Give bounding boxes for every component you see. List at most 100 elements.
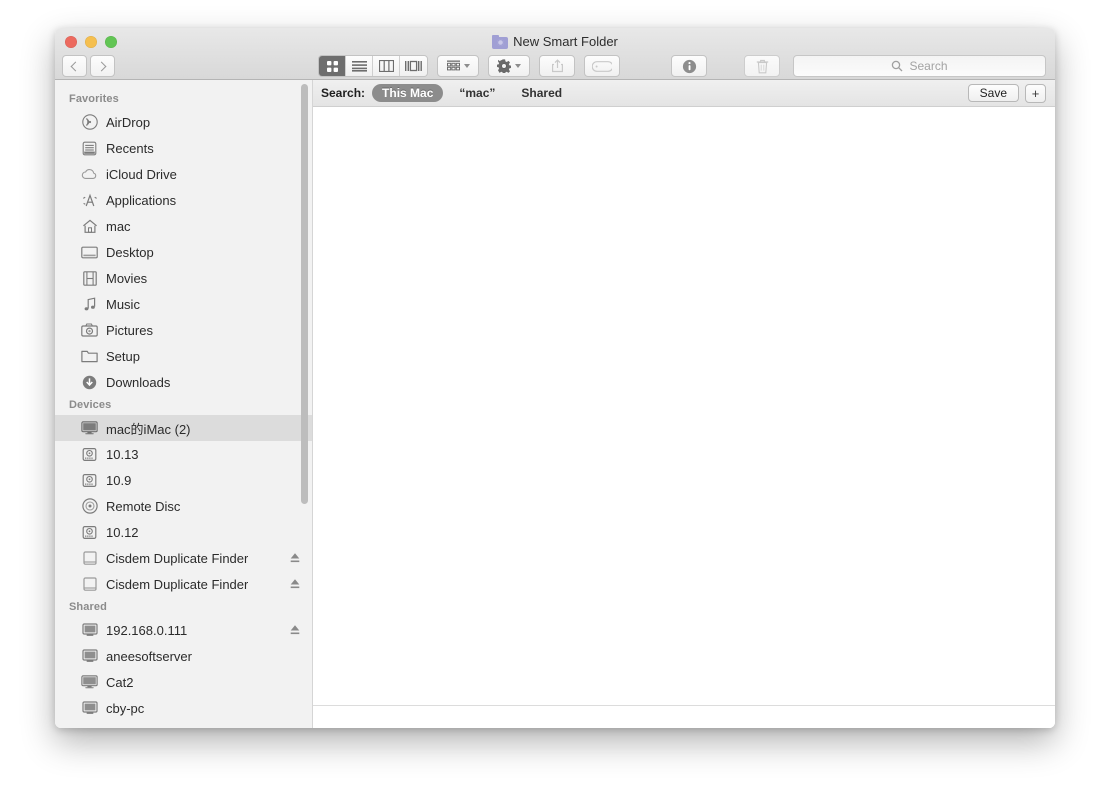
delete-button[interactable] [744, 55, 780, 77]
sidebar-item-airdrop[interactable]: AirDrop [55, 109, 312, 135]
save-button[interactable]: Save [967, 84, 1019, 102]
server-icon [81, 648, 98, 665]
sidebar-item-label: Applications [106, 192, 177, 208]
harddisk-icon [81, 524, 98, 541]
sidebar-item-label: Setup [106, 348, 140, 364]
sidebar-scrollbar[interactable] [301, 84, 308, 504]
sidebar-item-label: mac [106, 218, 131, 234]
sidebar-item-label: Cisdem Duplicate Finder [106, 576, 249, 592]
action-menu-button[interactable] [488, 55, 530, 77]
eject-icon[interactable] [290, 553, 300, 564]
folder-icon [81, 348, 98, 365]
sidebar-item-label: mac的iMac (2) [106, 421, 191, 437]
imac-icon [81, 674, 98, 691]
sidebar-item-192-168-0-111[interactable]: 192.168.0.111 [55, 617, 312, 643]
sidebar-item-mac-home[interactable]: mac [55, 213, 312, 239]
sidebar-item-recents[interactable]: Recents [55, 135, 312, 161]
server-icon [81, 622, 98, 639]
sidebar-item-label: 10.13 [106, 446, 139, 462]
sidebar-item-label: Cisdem Duplicate Finder [106, 550, 249, 566]
sidebar-item-music[interactable]: Music [55, 291, 312, 317]
sidebar-item-volume-1013[interactable]: 10.13 [55, 441, 312, 467]
info-button[interactable] [671, 55, 707, 77]
sidebar-item-label: iCloud Drive [106, 166, 177, 182]
list-icon [351, 61, 367, 72]
scope-this-mac[interactable]: This Mac [372, 84, 444, 102]
content-area: Search: This Mac “mac” Shared Save + [313, 80, 1055, 728]
sidebar-item-cisdem-duplicate-finder-1[interactable]: Cisdem Duplicate Finder [55, 545, 312, 571]
gallery-view-button[interactable] [400, 56, 427, 76]
sidebar-item-desktop[interactable]: Desktop [55, 239, 312, 265]
server-icon [81, 700, 98, 717]
sidebar-item-label: Downloads [106, 374, 171, 390]
disc-icon [81, 498, 98, 515]
share-button[interactable] [539, 55, 575, 77]
sidebar-item-movies[interactable]: Movies [55, 265, 312, 291]
sidebar-item-remote-disc[interactable]: Remote Disc [55, 493, 312, 519]
sidebar-item-label: Recents [106, 140, 154, 156]
arrange-icon [446, 60, 460, 71]
tag-icon [592, 60, 612, 72]
sidebar-item-label: Movies [106, 270, 148, 286]
sidebar-item-pictures[interactable]: Pictures [55, 317, 312, 343]
music-icon [81, 296, 98, 313]
search-field[interactable]: Search [793, 55, 1046, 77]
sidebar-section-favorites-header: Favorites [69, 93, 119, 105]
search-icon [892, 60, 903, 72]
sidebar-item-cat2[interactable]: Cat2 [55, 669, 312, 695]
eject-icon[interactable] [290, 579, 300, 590]
add-criteria-button[interactable]: + [1025, 83, 1046, 103]
trash-icon [756, 59, 768, 73]
sidebar-item-applications[interactable]: Applications [55, 187, 312, 213]
recents-icon [81, 140, 98, 157]
sidebar-item-label: 10.12 [106, 524, 139, 540]
sidebar-item-label: 192.168.0.111 [106, 622, 188, 638]
sidebar-item-label: cby-pc [106, 700, 145, 716]
sidebar-item-aneesoftserver[interactable]: aneesoftserver [55, 643, 312, 669]
sidebar-item-label: Pictures [106, 322, 153, 338]
sidebar-item-icloud-drive[interactable]: iCloud Drive [55, 161, 312, 187]
window-title: New Smart Folder [55, 34, 1055, 49]
file-list-area[interactable] [313, 107, 1055, 705]
search-scope-bar: Search: This Mac “mac” Shared Save + [313, 80, 1055, 107]
harddisk-icon [81, 472, 98, 489]
sidebar-item-label: Cat2 [106, 674, 134, 690]
sidebar-item-downloads[interactable]: Downloads [55, 369, 312, 395]
sidebar-item-cisdem-duplicate-finder-2[interactable]: Cisdem Duplicate Finder [55, 571, 312, 597]
toolbar [318, 55, 620, 77]
sidebar-item-volume-1012[interactable]: 10.12 [55, 519, 312, 545]
sidebar-item-mac-imac[interactable]: mac的iMac (2) [55, 415, 312, 441]
screen: New Smart Folder Search Favorites AirDro… [0, 0, 1110, 807]
airdrop-icon [81, 114, 98, 131]
icloud-icon [81, 166, 98, 183]
view-mode-group [318, 55, 428, 77]
search-placeholder: Search [909, 59, 948, 73]
chevron-down-icon [515, 64, 521, 68]
sidebar-item-volume-109[interactable]: 10.9 [55, 467, 312, 493]
pictures-icon [81, 322, 98, 339]
list-view-button[interactable] [346, 56, 373, 76]
sidebar-item-label: 10.9 [106, 472, 132, 488]
share-icon [551, 59, 563, 73]
scope-mac[interactable]: “mac” [449, 84, 505, 102]
eject-icon[interactable] [290, 625, 300, 636]
icon-view-button[interactable] [319, 56, 346, 76]
column-view-button[interactable] [373, 56, 400, 76]
diskimage-icon [81, 550, 98, 567]
sidebar-item-setup[interactable]: Setup [55, 343, 312, 369]
back-button[interactable] [62, 55, 87, 77]
forward-button[interactable] [90, 55, 115, 77]
home-icon [81, 218, 98, 235]
sidebar-section-shared-header: Shared [69, 601, 107, 613]
movies-icon [81, 270, 98, 287]
sidebar-item-cby-pc[interactable]: cby-pc [55, 695, 312, 721]
scope-shared[interactable]: Shared [511, 84, 572, 102]
arrange-button[interactable] [437, 55, 479, 77]
columns-icon [378, 60, 394, 72]
window-title-text: New Smart Folder [513, 34, 618, 49]
smart-folder-icon [492, 34, 509, 49]
gear-icon [497, 59, 511, 73]
sidebar-item-label: aneesoftserver [106, 648, 192, 664]
tags-button[interactable] [584, 55, 620, 77]
chevron-down-icon [463, 64, 470, 68]
